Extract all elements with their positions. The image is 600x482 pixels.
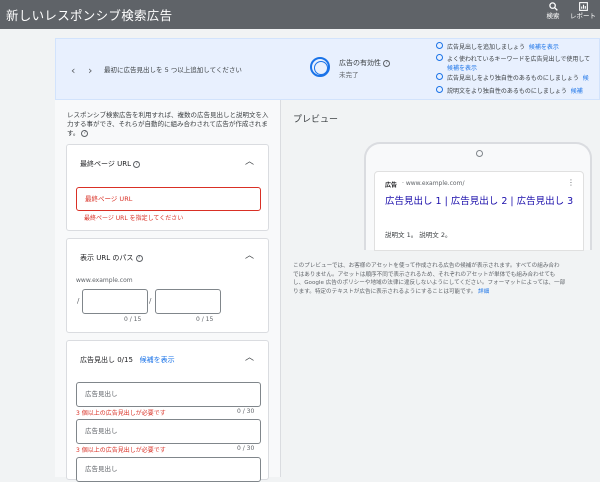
display-path-card: 表示 URL のパス ? ︿ www.example.com / / 0 / 1… (66, 238, 269, 333)
path-separator: / (77, 297, 80, 305)
tip-link[interactable]: 候 (583, 75, 589, 82)
help-icon[interactable]: ? (383, 59, 391, 67)
preview-disclaimer: このプレビューでは、お客様のアセットを使って作成される広告の候補が表示されます。… (293, 263, 566, 295)
display-domain: www.example.com (76, 277, 133, 284)
chevron-left-icon: ‹ (71, 64, 76, 77)
phone-frame: 広告 · www.example.com/ ⋮ 広告見出し 1 | 広告見出し … (364, 142, 592, 251)
help-icon[interactable]: ? (81, 129, 89, 137)
chevron-right-icon: › (88, 64, 93, 77)
ad-preview-card: 広告 · www.example.com/ ⋮ 広告見出し 1 | 広告見出し … (374, 171, 584, 251)
path2-input[interactable] (155, 289, 221, 314)
prev-suggestion-button[interactable]: ‹ (71, 64, 75, 77)
path1-counter: 0 / 15 (124, 316, 142, 323)
path-separator: / (149, 297, 152, 305)
tip-link[interactable]: 候補を表示 (529, 44, 559, 51)
headline-suggestions-link[interactable]: 候補を表示 (140, 356, 175, 364)
ad-form-panel: レスポンシブ検索広告を利用すれば、複数の広告見出しと説明文を入力する事ができ、そ… (55, 100, 281, 482)
headlines-title: 広告見出し 0/15 候補を表示 (80, 356, 175, 364)
radio-circle-icon (436, 73, 443, 80)
report-button[interactable]: レポート (569, 2, 597, 20)
preview-title: プレビュー (293, 115, 339, 125)
ad-description: 説明文 1。 説明文 2。 (385, 231, 452, 239)
path2-counter: 0 / 15 (196, 316, 214, 323)
top-bar: 新しいレスポンシブ検索広告 検索 レポート (0, 0, 600, 29)
intro-text: レスポンシブ検索広告を利用すれば、複数の広告見出しと説明文を入力する事ができ、そ… (67, 111, 269, 137)
headline-input[interactable]: 広告見出し (76, 419, 261, 444)
tip-link[interactable]: 候補 (571, 88, 583, 95)
final-url-card: 最終ページ URL ? ︿ 最終ページ URL 最終ページ URL を指定してく… (66, 144, 269, 231)
path1-input[interactable] (82, 289, 148, 314)
final-url-error: 最終ページ URL を指定してください (84, 215, 184, 222)
headline-counter: 0 / 30 (237, 445, 255, 452)
left-gutter (0, 29, 55, 477)
report-label: レポート (570, 12, 596, 20)
chevron-up-icon[interactable]: ︿ (245, 350, 254, 363)
help-icon[interactable]: ? (135, 254, 143, 262)
ad-display-url: · www.example.com/ (402, 180, 465, 187)
headline-input[interactable]: 広告見出し (76, 382, 261, 407)
ad-strength-label: 広告の有効性 ? (339, 58, 391, 68)
ad-headline: 広告見出し 1 | 広告見出し 2 | 広告見出し 3 (385, 196, 574, 207)
help-icon[interactable]: ? (133, 160, 141, 168)
more-vert-icon[interactable]: ⋮ (567, 178, 575, 187)
radio-circle-icon (436, 54, 443, 61)
camera-icon (476, 150, 483, 157)
search-button[interactable]: 検索 (539, 2, 567, 20)
headlines-card: 広告見出し 0/15 候補を表示 ︿ 広告見出し 3 個以上の広告見出しが必要で… (66, 340, 269, 482)
ad-label: 広告 (385, 182, 398, 189)
ad-strength-ring-icon (310, 57, 330, 77)
ad-strength-value: 未完了 (339, 71, 359, 79)
headline-error: 3 個以上の広告見出しが必要です (76, 410, 166, 417)
radio-circle-icon (436, 86, 443, 93)
chevron-up-icon[interactable]: ︿ (245, 248, 254, 261)
search-label: 検索 (546, 12, 560, 20)
page-title: 新しいレスポンシブ検索広告 (6, 8, 173, 23)
display-path-title: 表示 URL のパス ? (80, 253, 143, 263)
chevron-up-icon[interactable]: ︿ (245, 154, 254, 167)
tip-link[interactable]: 候補を表示 (447, 65, 477, 72)
report-icon (578, 2, 588, 11)
headline-input[interactable]: 広告見出し (76, 457, 261, 482)
headline-error: 3 個以上の広告見出しが必要です (76, 447, 166, 454)
next-suggestion-button[interactable]: › (88, 64, 92, 77)
details-link[interactable]: 詳細 (478, 289, 489, 295)
ad-strength-banner: ‹ › 最初に広告見出しを 5 つ以上追加してください 広告の有効性 ? 未完了… (55, 38, 600, 100)
search-icon (548, 2, 558, 11)
suggestion-text: 最初に広告見出しを 5 つ以上追加してください (104, 66, 242, 74)
radio-circle-icon (436, 42, 443, 49)
final-url-title: 最終ページ URL ? (80, 159, 141, 169)
headline-counter: 0 / 30 (237, 408, 255, 415)
final-url-input[interactable]: 最終ページ URL (76, 187, 261, 211)
